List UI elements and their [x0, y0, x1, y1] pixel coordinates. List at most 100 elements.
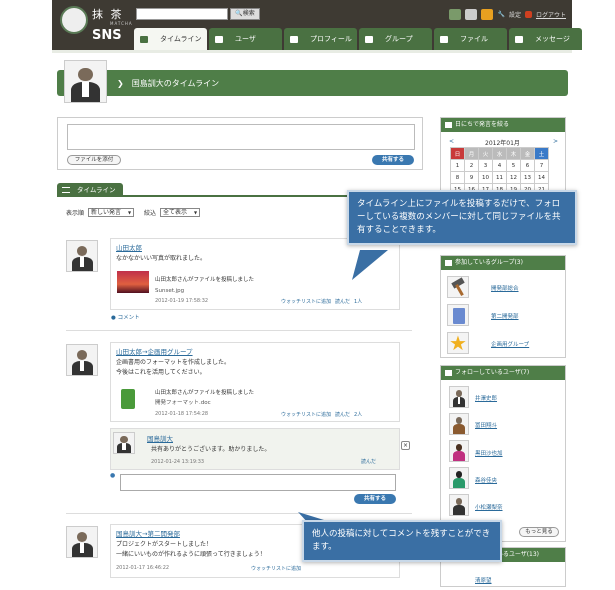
- avatar[interactable]: [66, 240, 98, 272]
- read-count[interactable]: 1人: [354, 298, 362, 305]
- read-count[interactable]: 2人: [354, 411, 362, 418]
- comment-read-link[interactable]: 読んだ: [361, 458, 376, 465]
- day-header: 土: [534, 147, 549, 160]
- post-text: 今後はこれを活用してください。: [116, 369, 206, 376]
- post-text: プロジェクトがスタートしました！: [116, 541, 213, 548]
- calendar-day[interactable]: 10: [478, 171, 493, 184]
- calendar-day[interactable]: 11: [492, 171, 507, 184]
- avatar[interactable]: [449, 494, 469, 516]
- calendar-days: 日月火水木金土: [450, 147, 549, 160]
- tab-profile[interactable]: プロフィール: [284, 28, 357, 50]
- user-link[interactable]: 小松瀬梨奈: [475, 503, 503, 511]
- comment-input[interactable]: [120, 474, 396, 491]
- calendar-day[interactable]: 7: [534, 159, 549, 172]
- read-link[interactable]: 読んだ: [335, 411, 350, 418]
- comment-label: コメント: [117, 315, 140, 321]
- calendar-row: 1234567: [450, 159, 549, 172]
- post-user[interactable]: 山田太郎→企画用グループ: [116, 346, 193, 356]
- day-header: 月: [464, 147, 479, 160]
- document-icon[interactable]: [447, 304, 469, 326]
- share-button[interactable]: 共有する: [372, 155, 414, 165]
- read-link[interactable]: 読んだ: [335, 298, 350, 305]
- search-label: 検索: [242, 10, 255, 17]
- tab-messages[interactable]: メッセージ: [509, 28, 582, 50]
- group-link[interactable]: 開発部総合: [491, 284, 519, 292]
- hammer-icon[interactable]: [447, 276, 469, 298]
- chat-icon[interactable]: [449, 8, 462, 20]
- avatar[interactable]: [66, 526, 98, 558]
- close-icon[interactable]: ×: [401, 441, 410, 450]
- following-header: フォローしているユーザ(7): [441, 366, 565, 380]
- attach-file[interactable]: 開発フォーマット.doc: [155, 399, 211, 408]
- avatar[interactable]: [449, 386, 469, 408]
- calendar-header: 日にちで発言を絞る: [441, 118, 565, 132]
- star-icon[interactable]: ★: [447, 331, 469, 355]
- search-input[interactable]: [136, 8, 228, 20]
- order-select[interactable]: 新しい発言: [88, 208, 135, 217]
- narrow-select[interactable]: 全て表示: [160, 208, 201, 217]
- avatar[interactable]: [449, 413, 469, 435]
- sunset-thumbnail[interactable]: [117, 271, 149, 293]
- day-header: 水: [492, 147, 507, 160]
- attach-file[interactable]: Sunset.jpg: [155, 287, 184, 296]
- prev-month[interactable]: <: [449, 138, 454, 145]
- comment-share-button[interactable]: 共有する: [354, 494, 396, 504]
- settings-link[interactable]: 設定: [509, 10, 521, 19]
- calendar-day[interactable]: 3: [478, 159, 493, 172]
- avatar[interactable]: [449, 467, 469, 489]
- user-link[interactable]: 森谷佳央: [475, 476, 497, 484]
- group-link[interactable]: 第二開発部: [491, 312, 519, 320]
- tab-groups[interactable]: グループ: [359, 28, 432, 50]
- post-user[interactable]: 山田太郎: [116, 242, 142, 252]
- logout-link[interactable]: ログアウト: [536, 10, 566, 19]
- group-link[interactable]: 企画用グループ: [491, 340, 529, 348]
- calendar-month: 2012年01月: [485, 140, 520, 147]
- calendar-day[interactable]: 5: [506, 159, 521, 172]
- sub-bar: [52, 50, 572, 53]
- comment-user[interactable]: 国島訓大: [147, 433, 173, 443]
- calendar-day[interactable]: 1: [450, 159, 465, 172]
- document-icon[interactable]: [121, 389, 135, 409]
- search-button[interactable]: 🔍検索: [230, 8, 260, 20]
- calendar-day[interactable]: 13: [520, 171, 535, 184]
- comment-link[interactable]: ● コメント: [111, 313, 140, 321]
- watch-link[interactable]: ウォッチリストに追加: [281, 411, 331, 418]
- search-icon: 🔍: [235, 10, 243, 17]
- watch-link[interactable]: ウォッチリストに追加: [281, 298, 331, 305]
- comment-text: 共有ありがとうございます。助かりました。: [151, 446, 271, 453]
- tab-files[interactable]: ファイル: [434, 28, 507, 50]
- user-link[interactable]: 冨田翔斗: [475, 421, 497, 429]
- calendar-day[interactable]: 8: [450, 171, 465, 184]
- user-link[interactable]: 井澤史郎: [475, 394, 497, 402]
- calendar-day[interactable]: 6: [520, 159, 535, 172]
- profile-avatar: [64, 60, 107, 103]
- post-actions: ウォッチリストに追加 読んだ 1人: [281, 298, 362, 305]
- watch-link[interactable]: ウォッチリストに追加: [251, 565, 301, 572]
- tab-users[interactable]: ユーザ: [209, 28, 282, 50]
- attach-file-button[interactable]: ファイルを添付: [67, 155, 121, 165]
- day-header: 金: [520, 147, 535, 160]
- avatar[interactable]: [113, 432, 135, 454]
- comment-time: 2012-01-24 13:19:33: [151, 459, 205, 465]
- more-button[interactable]: もっと見る: [519, 527, 559, 537]
- compose-textarea[interactable]: [67, 124, 415, 150]
- timeline-tab[interactable]: タイムライン: [57, 183, 123, 197]
- calendar-title: 日にちで発言を絞る: [455, 121, 510, 128]
- calendar-day[interactable]: 9: [464, 171, 479, 184]
- callout-pointer: [352, 250, 388, 280]
- user-link[interactable]: 清原望: [475, 576, 492, 584]
- logout-icon: [524, 10, 532, 18]
- mail-icon[interactable]: [465, 8, 478, 20]
- tab-timeline[interactable]: タイムライン: [134, 28, 207, 50]
- calendar-day[interactable]: 4: [492, 159, 507, 172]
- avatar[interactable]: [66, 344, 98, 376]
- post-user[interactable]: 国島訓大→第二開発部: [116, 528, 180, 538]
- calendar-day[interactable]: 12: [506, 171, 521, 184]
- alert-icon[interactable]: [481, 8, 494, 20]
- calendar-day[interactable]: 14: [534, 171, 549, 184]
- calendar-day[interactable]: 2: [464, 159, 479, 172]
- next-month[interactable]: >: [553, 138, 558, 145]
- user-link[interactable]: 黒田沙也加: [475, 449, 503, 457]
- timeline-tab-label: タイムライン: [77, 186, 116, 194]
- avatar[interactable]: [449, 440, 469, 462]
